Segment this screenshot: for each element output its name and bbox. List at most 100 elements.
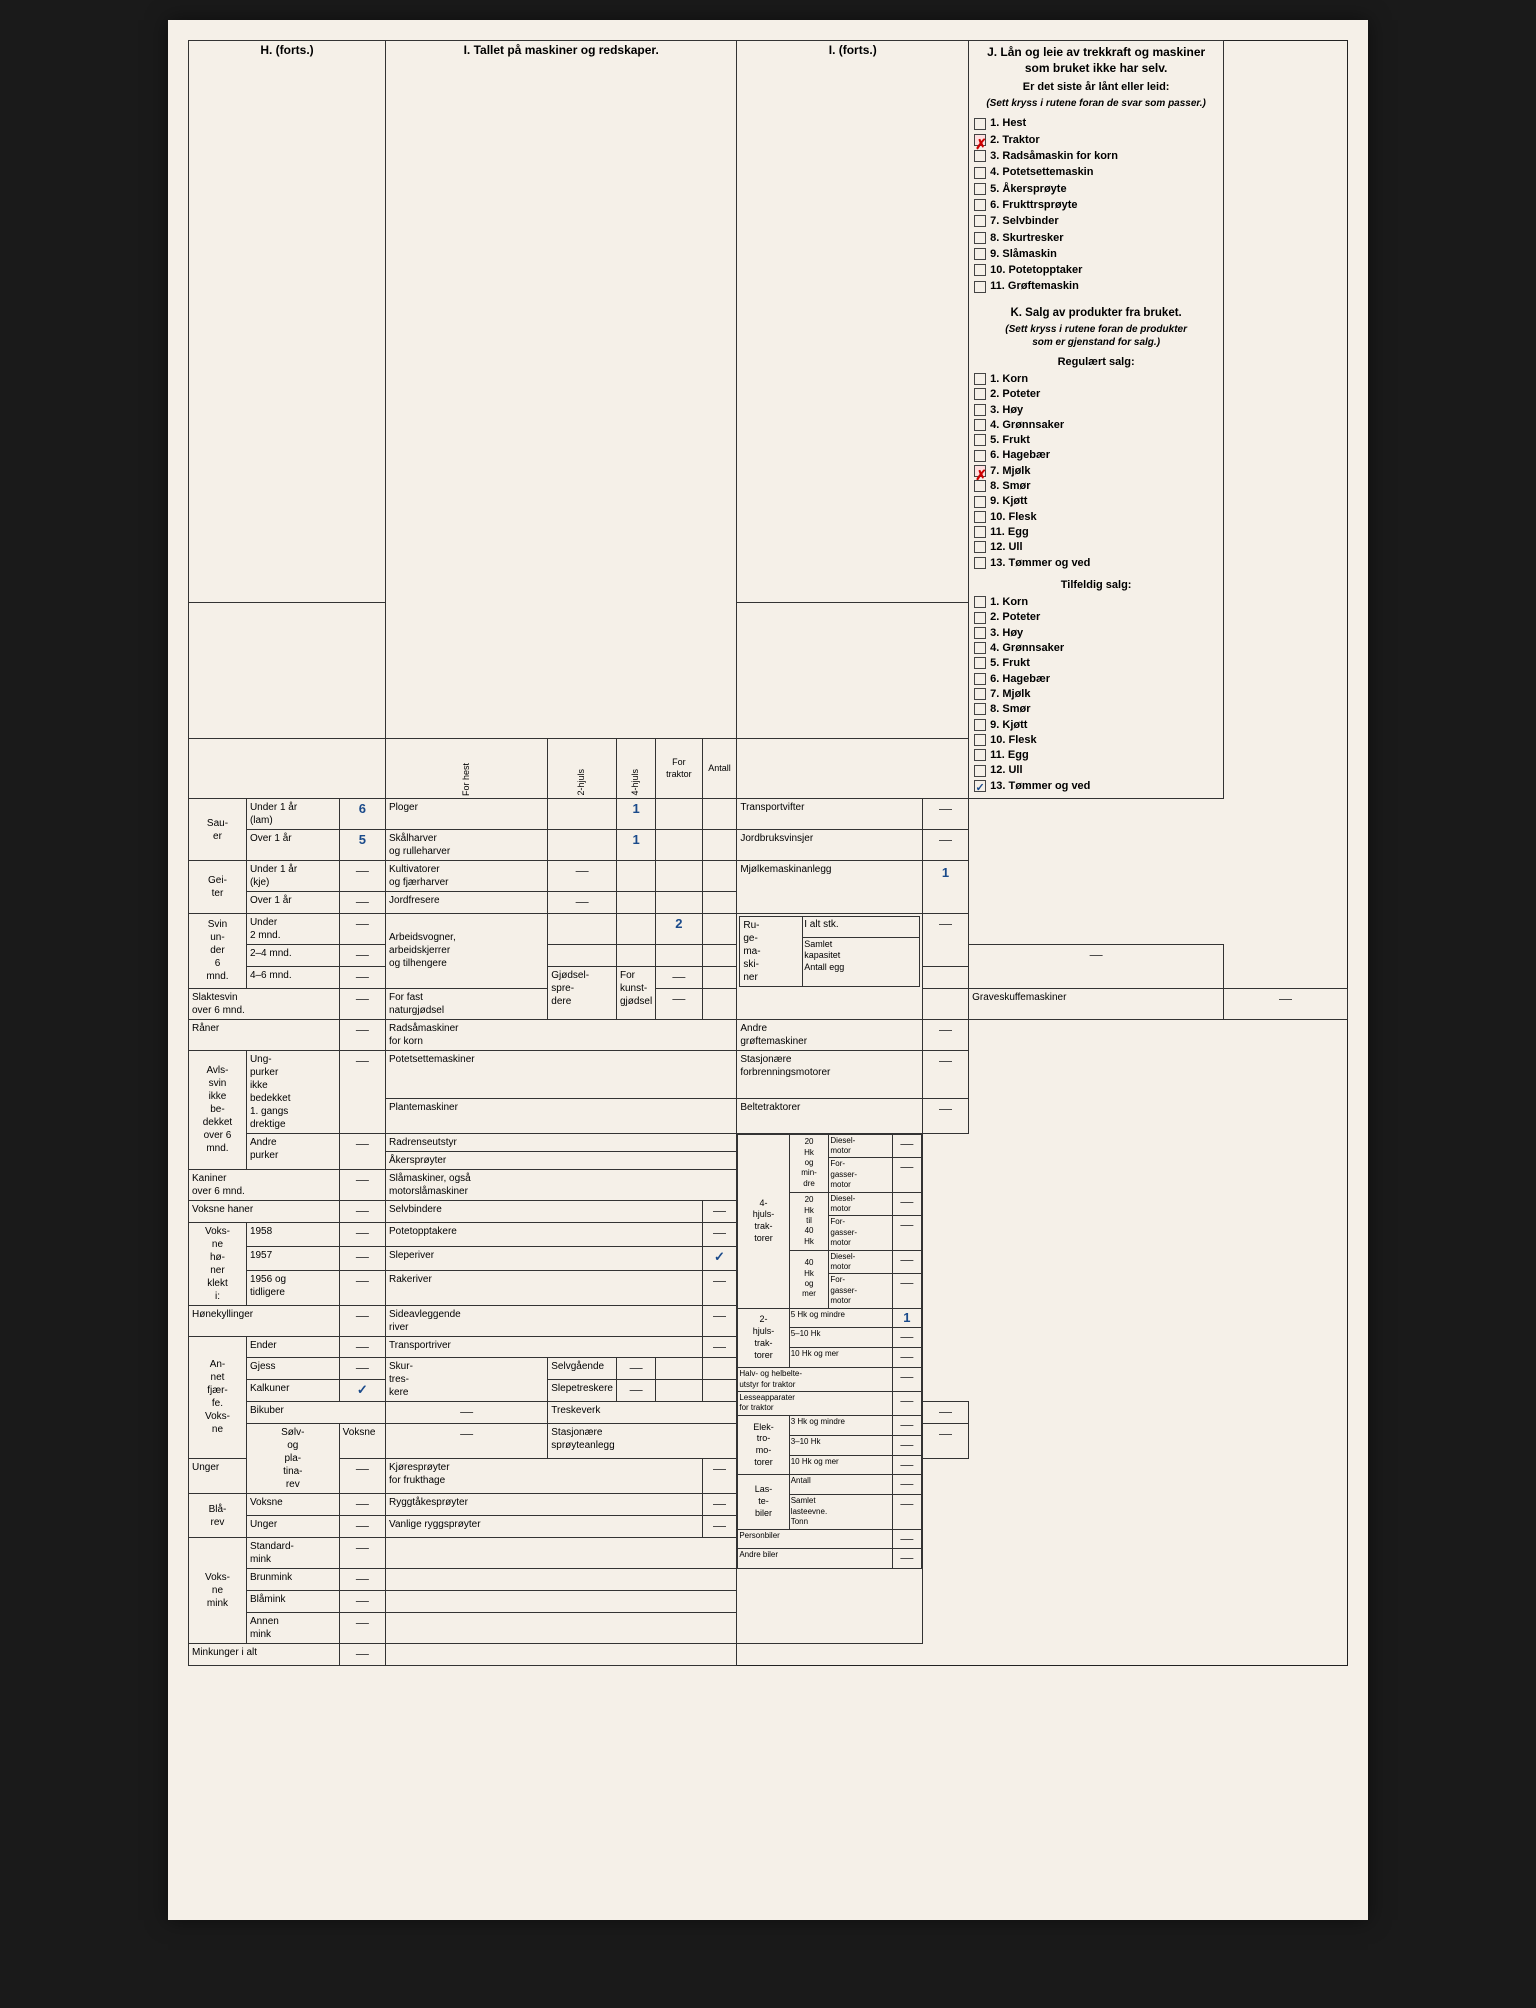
k-occ-checkbox-10: [974, 734, 986, 746]
label-plantemaskiner: Plantemaskiner: [386, 1099, 737, 1133]
label-diesel-3: Diesel-motor: [829, 1250, 893, 1274]
tractors-section: 4-hjuls-trak-torer 20Hkogmin-dre Diesel-…: [737, 1133, 922, 1643]
row-raner-radsaa: Råner — Radsåmaskinerfor korn Andregrøft…: [189, 1019, 1348, 1050]
k-occ-12: 12. Ull: [973, 763, 1219, 777]
k-reg-checkbox-6: [974, 450, 986, 462]
k-reg-5: 5. Frukt: [973, 433, 1219, 447]
label-personbiler: Personbiler: [738, 1529, 893, 1549]
k-occ-10: 10. Flesk: [973, 733, 1219, 747]
i-forts-subheader: [737, 602, 969, 738]
label-svin-under2: Under2 mnd.: [246, 913, 339, 944]
val-stasjonaerproy: —: [922, 1424, 968, 1459]
val-skalharver-2h: 1: [616, 830, 655, 861]
label-samlet-last: Samletlasteevne.Tonn: [789, 1495, 892, 1529]
label-blaarev-voksne: Voksne: [246, 1494, 339, 1516]
val-gjess: —: [339, 1358, 385, 1380]
section-i-forts-header: I. (forts.): [737, 41, 969, 603]
label-brunmink: Brunmink: [246, 1569, 339, 1591]
val-slepetresk-trak: [702, 1380, 737, 1402]
label-5-10hk: 5–10 Hk: [789, 1328, 892, 1348]
val-stasjonaeremotorer: —: [922, 1050, 968, 1099]
val-elekt-3hk: —: [892, 1415, 921, 1435]
val-mjolkemaskin: 1: [922, 861, 968, 914]
val-geiter-under1: —: [339, 861, 385, 892]
val-gjodsel1-2h: [702, 966, 737, 988]
val-sleperiver: ✓: [702, 1246, 737, 1270]
label-blaarev-unger: Unger: [246, 1516, 339, 1538]
val-blaarev-voksne: —: [339, 1494, 385, 1516]
val-arbvogner-trak: [702, 913, 737, 944]
val-diesel-2: —: [892, 1192, 921, 1216]
label-geiter: Gei-ter: [189, 861, 247, 914]
val-honer1957: —: [339, 1246, 385, 1270]
section-j-question: Er det siste år lånt eller leid:: [973, 80, 1219, 94]
j-item-7: 7. Selvbinder: [973, 214, 1219, 228]
k-reg-checkbox-11: [974, 526, 986, 538]
val-forgasser-3: —: [892, 1274, 921, 1308]
val-selvgaaende-2h: [656, 1358, 702, 1380]
label-vanligerygg: Vanlige ryggsprøyter: [386, 1516, 703, 1538]
label-mjolkemaskin: Mjølkemaskinanlegg: [737, 861, 922, 914]
j-item-2: ✗ 2. Traktor: [973, 133, 1219, 147]
val-kultiv-2h: [616, 861, 655, 892]
val-blaamink: —: [339, 1591, 385, 1613]
val-raner: —: [339, 1019, 385, 1050]
j-checkbox-2: ✗: [974, 134, 986, 146]
val-rakeriver: —: [702, 1271, 737, 1305]
val-transportvifter: —: [922, 799, 968, 830]
val-slepetresk-hest: —: [616, 1380, 655, 1402]
val-solvrev-unger: —: [339, 1459, 385, 1494]
val-ploger-2h: 1: [616, 799, 655, 830]
val-beltetraktorer: —: [922, 1099, 968, 1133]
k-reg-3: 3. Høy: [973, 403, 1219, 417]
k-occ-6: 6. Hagebær: [973, 672, 1219, 686]
label-geiter-under1: Under 1 år(kje): [246, 861, 339, 892]
label-sauer-under1: Under 1 år(lam): [246, 799, 339, 830]
k-occ-checkbox-1: [974, 596, 986, 608]
row-avlssvin1-potetset: Avls-svinikkebe-dekketover 6mnd. Ung-pur…: [189, 1050, 1348, 1099]
k-occ-11: 11. Egg: [973, 748, 1219, 762]
j-item-6: 6. Frukttrsprøyte: [973, 198, 1219, 212]
k-reg-2: 2. Poteter: [973, 387, 1219, 401]
val-kalkuner: ✓: [339, 1380, 385, 1402]
label-ploger: Ploger: [386, 799, 548, 830]
row-minkunger: Minkunger i alt —: [189, 1643, 1348, 1665]
label-4hjuls-traktorer: 4-hjuls-trak-torer: [738, 1134, 789, 1308]
val2-arbvogner-hest: [548, 944, 617, 966]
label-forgasser-2: For-gasser-motor: [829, 1216, 893, 1250]
label-andregroefte: Andregrøftemaskiner: [737, 1019, 922, 1050]
val-lesseapparater: —: [892, 1391, 921, 1415]
row-sau-over1-skalharver: Over 1 år 5 Skålharverog rulleharver 1 J…: [189, 830, 1348, 861]
label-stasjonaeremotorer: Stasjonæreforbrenningsmotorer: [737, 1050, 922, 1099]
k-reg-checkbox-3: [974, 404, 986, 416]
k-reg-checkbox-13: [974, 557, 986, 569]
k-occ-checkbox-9: [974, 719, 986, 731]
val-potetopptakere: —: [702, 1222, 737, 1246]
spacer-minkunger: [386, 1643, 737, 1665]
label-20-40hk: 20Hktil40Hk: [789, 1192, 829, 1250]
occasional-sale-label: Tilfeldig salg:: [973, 578, 1219, 592]
label-honer-gruppe: Voks-nehø-nerklekti:: [189, 1222, 247, 1305]
regular-sale-label: Regulært salg:: [973, 355, 1219, 369]
label-selvbindere: Selvbindere: [386, 1200, 703, 1222]
label-slaktesvin: Slaktesvinover 6 mnd.: [189, 988, 340, 1019]
label-lesseapparater: Lesseapparaterfor traktor: [738, 1391, 893, 1415]
val-geiter-over1: —: [339, 892, 385, 914]
k-reg-checkbox-7: ✗: [974, 465, 986, 477]
label-40hk-mer: 40Hkogmer: [789, 1250, 829, 1308]
label-ender: Ender: [246, 1336, 339, 1358]
label-transportriver: Transportriver: [386, 1336, 703, 1358]
val-personbiler: —: [892, 1529, 921, 1549]
j-item-5: 5. Åkersprøyte: [973, 182, 1219, 196]
val-honekyllinger: —: [339, 1305, 385, 1336]
label-honekyllinger: Hønekyllinger: [189, 1305, 340, 1336]
j-checkbox-10: [974, 264, 986, 276]
spacer-mink1: [386, 1538, 737, 1569]
val-minkunger: —: [339, 1643, 385, 1665]
section-h-header: H. (forts.): [189, 41, 386, 603]
section-k: K. Salg av produkter fra bruket. (Sett k…: [973, 306, 1219, 793]
val-ploger-4h: [656, 799, 702, 830]
h-spacer: [189, 739, 386, 799]
k-reg-checkbox-12: [974, 541, 986, 553]
label-elekt-10hk: 10 Hk og mer: [789, 1455, 892, 1475]
